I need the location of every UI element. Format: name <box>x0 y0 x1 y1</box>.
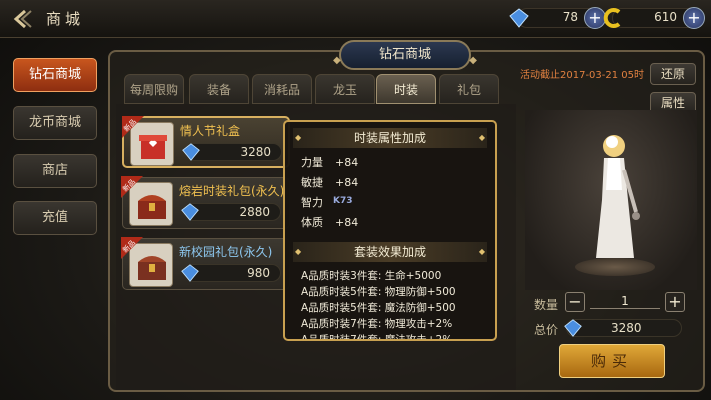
increase-quantity-button[interactable]: + <box>665 292 685 312</box>
item-name: 情人节礼盒 <box>180 124 241 138</box>
shop-item[interactable]: 新品 熔岩时装礼包(永久) 2880 <box>121 176 290 229</box>
campus-chest-graphic <box>138 256 166 280</box>
item-price-value: 2880 <box>239 205 270 219</box>
item-price-value: 3280 <box>240 145 271 159</box>
lava-chest-graphic <box>138 195 166 219</box>
attr-row-agility: 敏捷 +84 <box>301 174 358 190</box>
item-price-value: 980 <box>247 266 270 280</box>
fashion-attribute-tooltip: 时装属性加成 力量 +84 敏捷 +84 智力 K73 体质 +84 套装效果加成 A… <box>283 120 497 341</box>
attr-value: +84 <box>335 216 359 229</box>
attr-value: +84 <box>335 156 359 169</box>
tab-dragon-jade[interactable]: 龙玉 <box>315 74 375 104</box>
set-bonus-row: A品质时装5件套: 魔法防御+500 <box>301 302 456 314</box>
quantity-label: 数量 <box>534 298 559 312</box>
decrease-quantity-button[interactable]: − <box>565 292 585 312</box>
watermark-logo: K73 <box>333 196 353 206</box>
attr-label: 智力 <box>301 196 323 209</box>
add-gold-button[interactable]: + <box>683 7 705 29</box>
diamond-icon <box>181 264 199 282</box>
tab-weekly-limit[interactable]: 每周限购 <box>124 74 184 104</box>
set-bonus-row: A品质时装7件套: 物理攻击+2% <box>301 318 453 330</box>
gold-currency: 610 + <box>603 7 705 29</box>
tab-consumables[interactable]: 消耗品 <box>252 74 312 104</box>
attr-row-intelligence: 智力 <box>301 194 335 210</box>
item-price: 2880 <box>181 203 281 221</box>
nav-diamond-shop[interactable]: 钻石商城 <box>13 58 97 92</box>
page-title: 商城 <box>46 10 85 28</box>
set-bonus-row: A品质时装5件套: 物理防御+500 <box>301 286 456 298</box>
panel-title: 钻石商城 <box>333 40 477 74</box>
attr-row-strength: 力量 +84 <box>301 154 358 170</box>
valentine-gift-graphic <box>139 135 167 159</box>
set-bonus-row: A品质时装7件套: 魔法攻击+2% <box>301 334 453 341</box>
gift-box-icon <box>130 122 174 166</box>
attr-row-constitution: 体质 +84 <box>301 214 358 230</box>
attr-label: 力量 <box>301 156 323 169</box>
nav-dragon-coin-shop[interactable]: 龙币商城 <box>13 106 97 140</box>
set-bonus-title: 套装效果加成 <box>293 242 487 262</box>
chest-icon <box>129 182 173 226</box>
tab-equipment[interactable]: 装备 <box>189 74 249 104</box>
total-price-value: 3280 <box>611 321 642 335</box>
diamond-icon <box>564 319 582 337</box>
tab-fashion[interactable]: 时装 <box>376 74 436 104</box>
back-chevron-icon-graphic <box>13 9 32 29</box>
buy-button[interactable]: 购买 <box>559 344 665 378</box>
attr-value: +84 <box>335 176 359 189</box>
attr-label: 体质 <box>301 216 323 229</box>
diamond-count: 78 <box>562 10 578 24</box>
quantity-input[interactable]: 1 <box>590 294 660 309</box>
item-name: 新校园礼包(永久) <box>179 245 273 259</box>
gold-count: 610 <box>654 10 677 24</box>
item-name: 熔岩时装礼包(永久) <box>179 184 285 198</box>
tab-gift-pack[interactable]: 礼包 <box>439 74 499 104</box>
item-price: 3280 <box>182 143 282 161</box>
restore-button[interactable]: 还原 <box>650 63 696 85</box>
total-price: 3280 <box>564 319 682 337</box>
gold-coin-icon <box>603 8 621 28</box>
diamond-icon <box>509 8 529 28</box>
nav-recharge[interactable]: 充值 <box>13 201 97 235</box>
shop-item[interactable]: 新品 新校园礼包(永久) 980 <box>121 237 290 290</box>
event-deadline: 活动截止2017-03-21 05时 <box>520 70 645 81</box>
diamond-currency: 78 + <box>509 7 606 29</box>
attr-label: 敏捷 <box>301 176 323 189</box>
attr-bonus-title: 时装属性加成 <box>293 128 487 148</box>
set-bonus-row: A品质时装3件套: 生命+5000 <box>301 270 442 282</box>
item-price: 980 <box>181 264 281 282</box>
shop-item[interactable]: 新品 情人节礼盒 3280 <box>122 116 290 168</box>
nav-store[interactable]: 商店 <box>13 154 97 188</box>
back-chevron-icon[interactable] <box>8 6 34 32</box>
chest-icon <box>129 243 173 287</box>
diamond-icon <box>182 143 200 161</box>
total-label: 总价 <box>534 323 559 337</box>
diamond-icon <box>181 203 199 221</box>
character-model <box>596 135 640 258</box>
